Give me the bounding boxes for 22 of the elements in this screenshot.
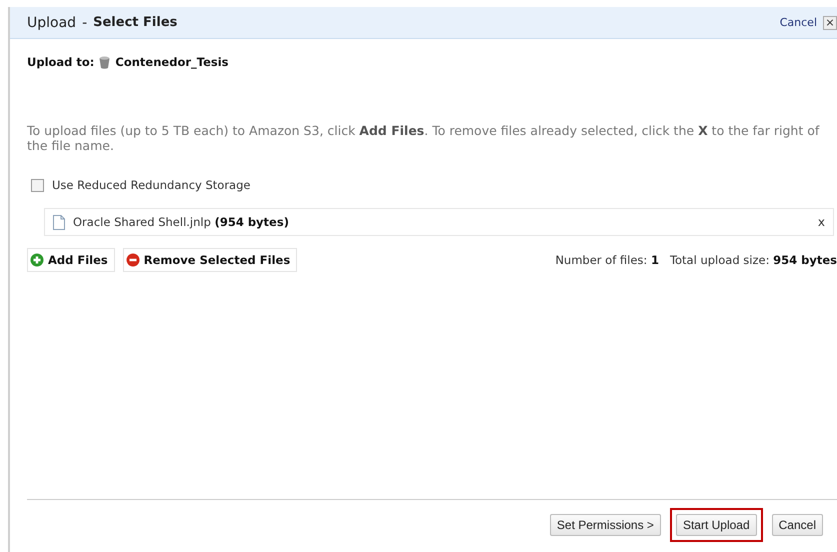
close-button[interactable]: × bbox=[823, 16, 837, 30]
remove-file-link[interactable]: x bbox=[818, 215, 825, 229]
file-name: Oracle Shared Shell.jnlp (954 bytes) bbox=[73, 215, 290, 229]
dialog-button[interactable]: Cancel bbox=[772, 514, 823, 536]
dialog-button[interactable]: Set Permissions > bbox=[550, 514, 661, 536]
add-files-button[interactable]: Add Files bbox=[27, 248, 115, 272]
instructions-text: To upload files (up to 5 TB each) to Amazon S3, click Add Files. To remove files already selected, click the X to the far right of the file name. bbox=[27, 123, 820, 153]
checkbox-label: Use Reduced Redundancy Storage bbox=[52, 178, 250, 192]
upload-summary: Number of files: 1 Total upload size: 954 bytes bbox=[555, 253, 837, 267]
checkbox[interactable] bbox=[31, 178, 44, 192]
title-separator: - bbox=[82, 14, 88, 30]
file-icon bbox=[53, 214, 65, 230]
plus-icon bbox=[30, 253, 44, 267]
cancel-link[interactable]: Cancel bbox=[780, 16, 817, 29]
minus-icon bbox=[126, 253, 140, 267]
bucket-name: Contenedor_Tesis bbox=[115, 55, 229, 69]
remove-files-button[interactable]: Remove Selected Files bbox=[122, 248, 298, 272]
upload-to-label: Upload to: bbox=[27, 55, 94, 69]
bucket-icon bbox=[99, 56, 110, 68]
dialog-title: Upload bbox=[27, 14, 76, 30]
dialog-button[interactable]: Start Upload bbox=[676, 514, 757, 536]
dialog-subtitle: Select Files bbox=[93, 15, 178, 30]
